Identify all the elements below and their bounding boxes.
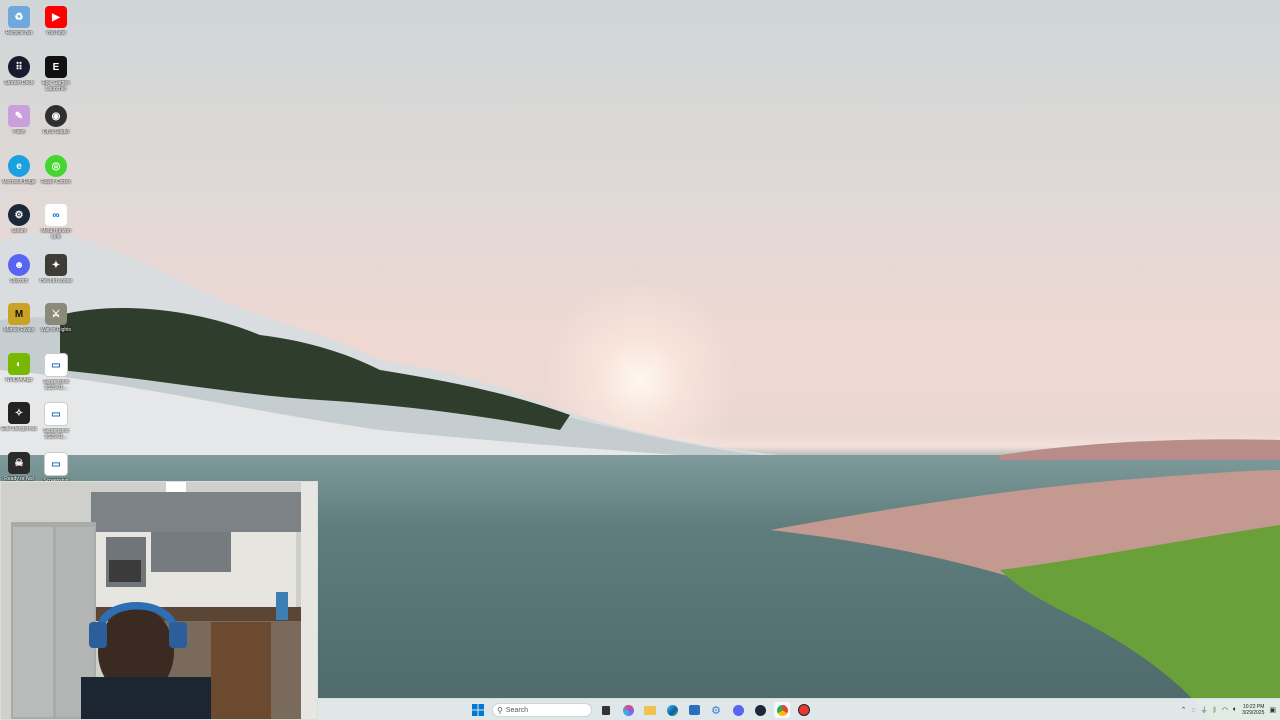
elite-dangerous-icon: ✧ bbox=[8, 402, 30, 424]
desktop-icon-steam[interactable]: ⚙ Steam bbox=[0, 202, 38, 250]
desktop-icon-screenshot-2[interactable]: ▭ Screenshot 2025-01... bbox=[37, 400, 75, 448]
desktop-icon-marvel-rivals[interactable]: M Marvel Rivals bbox=[0, 301, 38, 349]
copilot-button[interactable] bbox=[620, 702, 636, 718]
edge-taskbar-button[interactable] bbox=[664, 702, 680, 718]
desktop-icon-discord[interactable]: ☻ Discord bbox=[0, 252, 38, 300]
desktop-wallpaper: ♻ Recycle Bin ▶ YouTube ⠿ Stream Deck E … bbox=[0, 0, 1280, 720]
steam-icon: ⚙ bbox=[8, 204, 30, 226]
search-placeholder: Search bbox=[505, 706, 529, 714]
razer-cortex-icon: ◎ bbox=[45, 155, 67, 177]
store-button[interactable] bbox=[686, 702, 702, 718]
task-view-button[interactable] bbox=[598, 702, 614, 718]
file-explorer-task-view-icon bbox=[602, 705, 610, 715]
taskbar: ⚲ Search ⚙ ⌃ ◌ ⏚ ᛒ ◠ 🔈︎ 10:22 PM 3/29/20… bbox=[318, 698, 1280, 720]
wifi-icon[interactable]: ◠ bbox=[1222, 706, 1228, 714]
clock[interactable]: 10:22 PM 3/29/2025 bbox=[1242, 704, 1264, 716]
epic-games-icon: E bbox=[45, 56, 67, 78]
desktop-icon-war-of-rights[interactable]: ⚔ War of Rights bbox=[37, 301, 75, 349]
webcam-kitchen-scene bbox=[1, 482, 317, 719]
desktop-icon-hell-let-loose[interactable]: ✦ Hell Let Loose bbox=[37, 252, 75, 300]
recorder-taskbar-button[interactable] bbox=[796, 702, 812, 718]
steam-taskbar-button[interactable] bbox=[752, 702, 768, 718]
recycle-bin-icon: ♻ bbox=[8, 6, 30, 28]
paint-icon: ✎ bbox=[8, 105, 30, 127]
usb-icon[interactable]: ⏚ bbox=[1201, 705, 1208, 715]
ready-or-not-icon: ☠ bbox=[8, 452, 30, 474]
screenshot-file-icon: ▭ bbox=[44, 402, 68, 426]
discord-taskbar-button[interactable] bbox=[730, 702, 746, 718]
windows-logo-icon bbox=[472, 704, 484, 716]
meta-icon: ∞ bbox=[45, 204, 67, 226]
war-of-rights-icon: ⚔ bbox=[45, 303, 67, 325]
screenshot-file-icon: ▭ bbox=[44, 452, 68, 476]
taskbar-search-box[interactable]: ⚲ Search bbox=[492, 703, 592, 717]
system-tray: ⌃ ◌ ⏚ ᛒ ◠ 🔈︎ 10:22 PM 3/29/2025 ▣ bbox=[1181, 701, 1276, 719]
discord-icon: ☻ bbox=[8, 254, 30, 276]
youtube-icon: ▶ bbox=[45, 6, 67, 28]
desktop-icon-youtube[interactable]: ▶ YouTube bbox=[37, 4, 75, 52]
chrome-icon bbox=[776, 704, 788, 716]
desktop-icon-obs[interactable]: ◉ OBS Studio bbox=[37, 103, 75, 151]
record-icon bbox=[798, 704, 810, 716]
settings-taskbar-button[interactable]: ⚙ bbox=[708, 702, 724, 718]
nvidia-icon: ◐ bbox=[8, 353, 30, 375]
desktop-icon-razer-cortex[interactable]: ◎ Razer Cortex bbox=[37, 153, 75, 201]
desktop-icon-epic-games[interactable]: E Epic Games Launcher bbox=[37, 54, 75, 102]
chrome-taskbar-button[interactable] bbox=[774, 702, 790, 718]
folder-icon bbox=[644, 705, 656, 715]
desktop-icon-stream-deck[interactable]: ⠿ Stream Deck bbox=[0, 54, 38, 102]
notification-bell-icon[interactable]: ▣ bbox=[1269, 706, 1276, 714]
desktop-icon-paint[interactable]: ✎ Paint bbox=[0, 103, 38, 151]
desktop-icon-elite-dangerous[interactable]: ✧ Elite Dangerous bbox=[0, 400, 38, 448]
obs-icon: ◉ bbox=[45, 105, 67, 127]
hell-let-loose-icon: ✦ bbox=[45, 254, 67, 276]
file-explorer-button[interactable] bbox=[642, 702, 658, 718]
desktop-icon-recycle-bin[interactable]: ♻ Recycle Bin bbox=[0, 4, 38, 52]
webcam-overlay bbox=[0, 481, 318, 720]
volume-icon[interactable]: 🔈︎ bbox=[1233, 706, 1237, 714]
taskbar-center: ⚲ Search ⚙ bbox=[470, 701, 812, 719]
discord-icon bbox=[732, 704, 744, 716]
snowy-hill-landscape bbox=[0, 233, 780, 470]
search-icon: ⚲ bbox=[497, 705, 503, 715]
network-icon[interactable]: ◌ bbox=[1191, 707, 1195, 714]
desktop-icon-edge[interactable]: e Microsoft Edge bbox=[0, 153, 38, 201]
settings-icon: ⚙ bbox=[711, 704, 721, 717]
screenshot-file-icon: ▭ bbox=[44, 353, 68, 377]
store-icon bbox=[688, 705, 700, 715]
edge-icon: e bbox=[8, 155, 30, 177]
chevron-up-icon[interactable]: ⌃ bbox=[1181, 706, 1187, 714]
desktop-icon-nvidia-app[interactable]: ◐ NVIDIA App bbox=[0, 351, 38, 399]
stream-deck-icon: ⠿ bbox=[8, 56, 30, 78]
steam-icon bbox=[754, 704, 766, 716]
edge-icon bbox=[666, 704, 678, 716]
marvel-rivals-icon: M bbox=[8, 303, 30, 325]
clock-date: 3/29/2025 bbox=[1242, 710, 1265, 716]
desktop-icon-meta-horizon-link[interactable]: ∞ Meta Horizon Link bbox=[37, 202, 75, 250]
bluetooth-icon[interactable]: ᛒ bbox=[1213, 707, 1217, 714]
desktop-icon-screenshot-1[interactable]: ▭ Screenshot 2025-01... bbox=[37, 351, 75, 399]
copilot-icon bbox=[622, 704, 634, 716]
start-button[interactable] bbox=[470, 702, 486, 718]
